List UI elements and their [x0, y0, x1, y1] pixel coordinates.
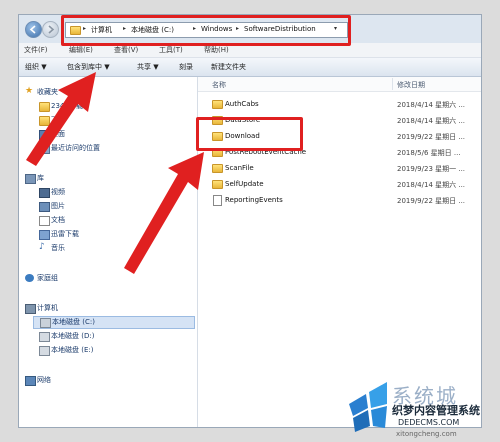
- watermark-url: xitongcheng.com: [396, 430, 457, 438]
- nav-lib-item[interactable]: 视频: [39, 187, 185, 198]
- include-in-library-button[interactable]: 包含到库中 ▼: [67, 62, 110, 72]
- download-icon: [39, 230, 50, 240]
- nav-label: 迅雷下载: [51, 230, 79, 238]
- nav-drive-d[interactable]: 本地磁盘 (D:): [39, 331, 185, 342]
- column-date[interactable]: 修改日期: [397, 80, 425, 90]
- new-folder-button[interactable]: 新建文件夹: [211, 62, 246, 72]
- homegroup-icon: [25, 274, 34, 282]
- nav-lib-item[interactable]: ♪ 音乐: [39, 242, 185, 254]
- annotation-box-folders: [196, 117, 303, 151]
- nav-fav-item[interactable]: 桌面: [39, 129, 185, 140]
- nav-label: 本地磁盘 (E:): [51, 346, 94, 354]
- nav-label: 音乐: [51, 244, 65, 252]
- nav-computer[interactable]: 计算机: [25, 303, 185, 314]
- menu-help[interactable]: 帮助(H): [204, 45, 229, 55]
- menu-file[interactable]: 文件(F): [24, 45, 48, 55]
- nav-drive-c[interactable]: 本地磁盘 (C:): [33, 316, 195, 329]
- drive-icon: [40, 318, 51, 328]
- forward-button[interactable]: [42, 21, 59, 38]
- nav-network[interactable]: 网络: [25, 375, 185, 386]
- nav-lib-item[interactable]: 迅雷下载: [39, 229, 185, 240]
- file-date: 2019/9/22 星期日 ...: [397, 133, 466, 141]
- windows-logo-icon: [349, 382, 387, 432]
- column-header: 名称 修改日期: [198, 77, 481, 92]
- documents-icon: [39, 216, 50, 226]
- nav-label: 图片: [51, 202, 65, 210]
- nav-label: 下载: [51, 116, 65, 124]
- back-button[interactable]: [25, 21, 42, 38]
- folder-icon: [212, 164, 223, 173]
- nav-label: 计算机: [37, 304, 58, 312]
- recent-places-icon: [39, 144, 50, 154]
- file-name: AuthCabs: [225, 100, 259, 108]
- menu-view[interactable]: 查看(V): [114, 45, 138, 55]
- network-icon: [25, 376, 36, 386]
- annotation-box-address: [61, 15, 351, 46]
- file-row[interactable]: SelfUpdate 2018/4/14 星期六 ...: [198, 177, 481, 192]
- file-date: 2019/9/22 星期日 ...: [397, 197, 466, 205]
- back-arrow-icon: [29, 25, 36, 34]
- nav-fav-item[interactable]: 2345下载: [39, 101, 185, 112]
- command-toolbar: 组织 ▼ 包含到库中 ▼ 共享 ▼ 刻录 新建文件夹: [19, 58, 481, 77]
- watermark-site: DEDECMS.COM: [398, 418, 460, 427]
- menu-edit[interactable]: 编辑(E): [69, 45, 93, 55]
- forward-arrow-icon: [48, 25, 55, 34]
- nav-lib-item[interactable]: 文档: [39, 215, 185, 226]
- nav-favorites[interactable]: ★ 收藏夹: [25, 86, 185, 98]
- library-icon: [25, 174, 36, 184]
- nav-label: 文档: [51, 216, 65, 224]
- nav-fav-item[interactable]: 最近访问的位置: [39, 143, 185, 154]
- file-icon: [213, 195, 222, 206]
- nav-label: 收藏夹: [37, 88, 58, 96]
- nav-label: 家庭组: [37, 274, 58, 282]
- music-icon: ♪: [39, 242, 45, 252]
- watermark-cn: 织梦内容管理系统: [392, 404, 480, 417]
- folder-icon: [39, 102, 50, 112]
- drive-icon: [39, 332, 50, 342]
- column-divider[interactable]: [392, 78, 393, 90]
- file-date: 2018/5/6 星期日 ...: [397, 149, 461, 157]
- folder-icon: [212, 180, 223, 189]
- folder-icon: [212, 100, 223, 109]
- explorer-window: ▸ 计算机 ▸ 本地磁盘 (C:) ▸ Windows ▸ SoftwareDi…: [18, 14, 482, 428]
- pictures-icon: [39, 202, 50, 212]
- nav-fav-item[interactable]: 下载: [39, 115, 185, 126]
- nav-label: 视频: [51, 188, 65, 196]
- folder-icon: [39, 116, 50, 126]
- nav-label: 网络: [37, 376, 51, 384]
- burn-button[interactable]: 刻录: [179, 62, 193, 72]
- file-date: 2019/9/23 星期一 ...: [397, 165, 466, 173]
- video-icon: [39, 188, 50, 198]
- file-date: 2018/4/14 星期六 ...: [397, 101, 466, 109]
- star-icon: ★: [25, 86, 34, 96]
- nav-lib-item[interactable]: 图片: [39, 201, 185, 212]
- computer-icon: [25, 304, 36, 314]
- drive-icon: [39, 346, 50, 356]
- nav-label: 库: [37, 174, 44, 182]
- desktop-icon: [39, 130, 50, 140]
- nav-label: 桌面: [51, 130, 65, 138]
- organize-button[interactable]: 组织 ▼: [25, 62, 47, 72]
- share-button[interactable]: 共享 ▼: [137, 62, 159, 72]
- menu-tools[interactable]: 工具(T): [159, 45, 183, 55]
- navigation-pane: ★ 收藏夹 2345下载 下载 桌面 最近访问的位置 库 视频 图片 文档 迅雷…: [19, 77, 198, 427]
- file-date: 2018/4/14 星期六 ...: [397, 181, 466, 189]
- nav-drive-e[interactable]: 本地磁盘 (E:): [39, 345, 185, 356]
- column-name[interactable]: 名称: [212, 80, 226, 90]
- nav-label: 最近访问的位置: [51, 144, 100, 152]
- nav-label: 本地磁盘 (C:): [52, 318, 95, 326]
- file-row[interactable]: ScanFile 2019/9/23 星期一 ...: [198, 161, 481, 176]
- nav-homegroup[interactable]: 家庭组: [25, 273, 185, 284]
- file-name: ScanFile: [225, 164, 254, 172]
- file-row[interactable]: ReportingEvents 2019/9/22 星期日 ...: [198, 193, 481, 208]
- file-row[interactable]: AuthCabs 2018/4/14 星期六 ...: [198, 97, 481, 112]
- nav-label: 2345下载: [51, 102, 83, 110]
- nav-label: 本地磁盘 (D:): [51, 332, 95, 340]
- file-date: 2018/4/14 星期六 ...: [397, 117, 466, 125]
- nav-library[interactable]: 库: [25, 173, 185, 184]
- file-name: SelfUpdate: [225, 180, 264, 188]
- file-name: ReportingEvents: [225, 196, 283, 204]
